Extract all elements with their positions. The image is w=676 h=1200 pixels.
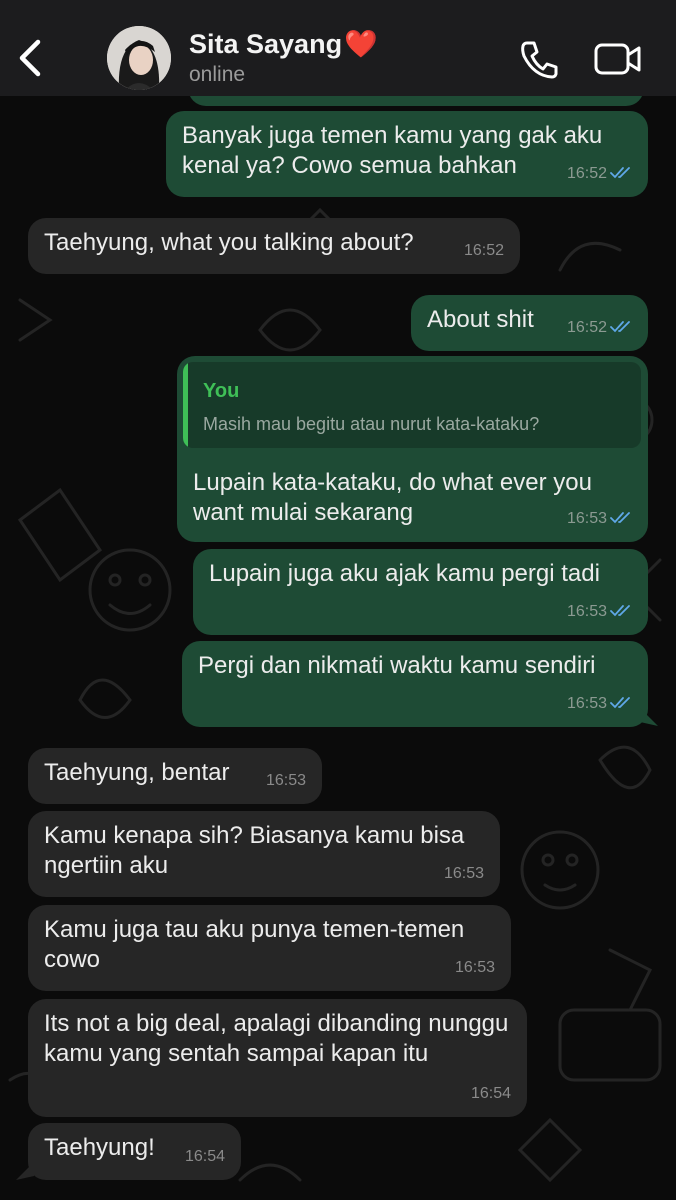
message-text: Lupain juga aku ajak kamu pergi tadi — [209, 560, 600, 587]
contact-status: online — [189, 63, 246, 86]
message-meta: 16:52 — [567, 159, 632, 189]
message-meta: 16:53 — [567, 689, 632, 719]
contact-avatar[interactable] — [107, 26, 171, 90]
read-double-check-icon — [610, 167, 630, 179]
message-meta: 16:53 — [567, 504, 632, 534]
message-bubble-incoming[interactable]: Taehyung, what you talking about? 16:52 — [28, 218, 520, 274]
message-bubble-outgoing[interactable]: Banyak juga temen kamu yang gak aku kena… — [166, 111, 648, 197]
bubble-tail — [16, 1162, 34, 1180]
message-bubble-incoming[interactable]: Taehyung, bentar 16:53 — [28, 748, 322, 804]
video-call-button[interactable] — [594, 42, 642, 76]
video-camera-icon — [594, 43, 641, 75]
message-bubble-outgoing[interactable]: Pergi dan nikmati waktu kamu sendiri 16:… — [182, 641, 648, 727]
contact-name[interactable]: Sita Sayang❤️ — [189, 28, 378, 60]
message-text: Banyak juga temen kamu yang gak aku kena… — [182, 122, 603, 179]
message-meta: 16:52 — [567, 313, 632, 343]
message-text: Its not a big deal, apalagi dibanding nu… — [44, 1010, 509, 1067]
message-bubble-incoming[interactable]: Kamu juga tau aku punya temen-temen cowo… — [28, 905, 511, 991]
message-meta: 16:53 — [567, 597, 632, 627]
voice-call-button[interactable] — [518, 38, 560, 80]
chat-header: Sita Sayang❤️ online — [0, 0, 676, 96]
quote-author: You — [203, 380, 240, 402]
message-bubble-incoming[interactable]: Its not a big deal, apalagi dibanding nu… — [28, 999, 527, 1117]
message-bubble-outgoing[interactable]: Lupain juga aku ajak kamu pergi tadi 16:… — [193, 549, 648, 635]
phone-icon — [521, 41, 558, 79]
message-time: 16:53 — [566, 603, 607, 620]
read-double-check-icon — [610, 605, 630, 617]
contact-name-text: Sita Sayang — [189, 29, 343, 59]
heart-emoji: ❤️ — [344, 29, 378, 59]
message-time: 16:53 — [566, 510, 607, 527]
bubble-tail — [640, 708, 658, 726]
message-time: 16:52 — [566, 165, 607, 182]
quote-accent-bar — [183, 362, 188, 448]
message-bubble-outgoing[interactable]: About shit 16:52 — [411, 295, 648, 351]
message-text: Taehyung, what you talking about? — [44, 229, 414, 256]
message-text: Kamu juga tau aku punya temen-temen cowo — [44, 916, 465, 973]
message-time: 16:52 — [566, 319, 607, 336]
message-bubble-incoming[interactable]: Kamu kenapa sih? Biasanya kamu bisa nger… — [28, 811, 500, 897]
quote-text: Masih mau begitu atau nurut kata-kataku? — [203, 414, 540, 434]
message-time: 16:54 — [470, 1085, 511, 1102]
chevron-left-icon — [19, 39, 41, 77]
message-time: 16:53 — [443, 865, 484, 882]
message-time: 16:53 — [454, 959, 495, 976]
message-text: Pergi dan nikmati waktu kamu sendiri — [198, 652, 596, 679]
message-time: 16:54 — [184, 1148, 225, 1165]
message-text: Kamu kenapa sih? Biasanya kamu bisa nger… — [44, 822, 465, 879]
back-button[interactable] — [12, 36, 48, 80]
message-time: 16:52 — [463, 242, 504, 259]
read-double-check-icon — [610, 697, 630, 709]
quoted-message[interactable]: You Masih mau begitu atau nurut kata-kat… — [183, 362, 641, 448]
message-time: 16:53 — [566, 695, 607, 712]
read-double-check-icon — [610, 512, 630, 524]
avatar-photo — [107, 26, 171, 90]
message-time: 16:53 — [265, 772, 306, 789]
read-double-check-icon — [610, 321, 630, 333]
message-bubble-incoming[interactable]: Taehyung! 16:54 — [28, 1123, 241, 1180]
